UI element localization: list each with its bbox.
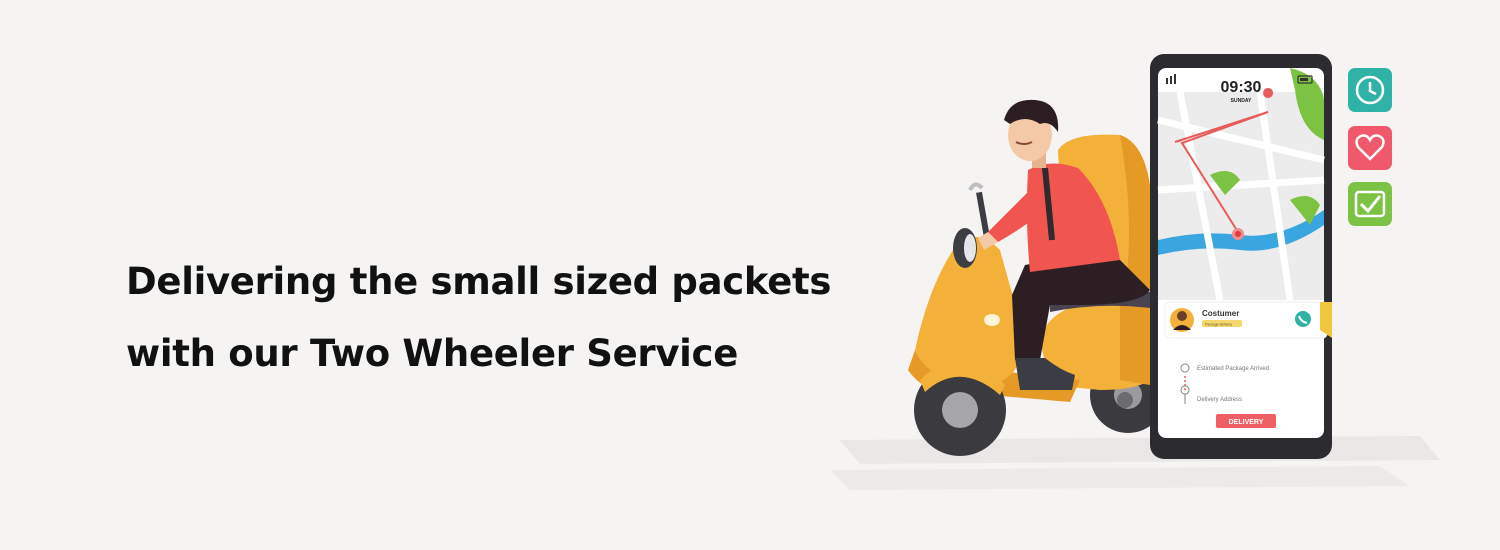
delivery-button[interactable]: DELIVERY [1216, 414, 1276, 428]
headline-line-1: Delivering the small sized packets [126, 260, 832, 303]
side-tiles [1348, 68, 1392, 226]
package-tag: Package Delivery [1205, 323, 1232, 327]
smartphone: 09:30 SUNDAY Costumer Package Delivery E… [1150, 54, 1332, 459]
delivery-button-label: DELIVERY [1229, 419, 1264, 426]
customer-label: Costumer [1202, 309, 1239, 318]
address-label: Delivery Address [1197, 397, 1242, 403]
customer-card: Costumer Package Delivery [1164, 301, 1332, 339]
phone-clock: 09:30 [1221, 79, 1262, 96]
delivery-illustration: 09:30 SUNDAY Costumer Package Delivery E… [830, 54, 1440, 490]
phone-day: SUNDAY [1231, 98, 1252, 104]
phone-call-icon[interactable] [1295, 311, 1311, 327]
ground-shadow [830, 436, 1440, 490]
heart-icon[interactable] [1348, 126, 1392, 170]
estimated-label: Estimated Package Arrived [1197, 366, 1269, 372]
headline-line-2: with our Two Wheeler Service [126, 332, 738, 375]
clock-icon[interactable] [1348, 68, 1392, 112]
hero-banner: Delivering the small sized packets with … [0, 0, 1500, 550]
headline: Delivering the small sized packets with … [126, 246, 831, 390]
check-icon[interactable] [1348, 182, 1392, 226]
